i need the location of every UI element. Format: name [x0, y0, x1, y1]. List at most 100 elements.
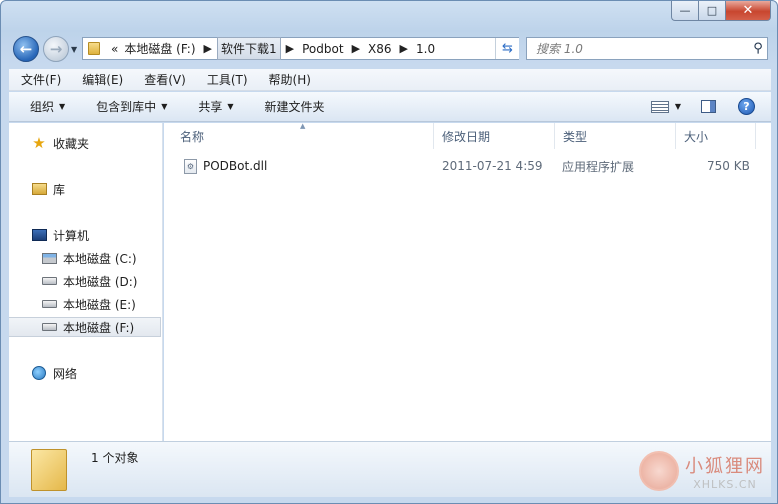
menu-edit[interactable]: 编辑(E): [72, 71, 134, 88]
back-button[interactable]: ←: [13, 36, 39, 62]
back-arrow-icon: ←: [19, 40, 33, 58]
network-icon: [31, 366, 47, 380]
details-pane: 1 个对象 小狐狸网 XHLKS.CN: [9, 441, 771, 497]
breadcrumb-chevron-icon[interactable]: ▶: [199, 42, 217, 55]
menu-help[interactable]: 帮助(H): [259, 71, 322, 88]
close-icon: ✕: [742, 3, 754, 18]
watermark-text: 小狐狸网 XHLKS.CN: [685, 452, 765, 491]
minimize-button[interactable]: —: [671, 1, 698, 21]
nav-drive-e[interactable]: 本地磁盘 (E:): [9, 294, 161, 314]
include-in-library-button[interactable]: 包含到库中 ▼: [86, 98, 177, 115]
caption-buttons: — □ ✕: [671, 1, 771, 21]
chevron-down-icon: ▼: [227, 102, 234, 111]
menu-tools[interactable]: 工具(T): [197, 71, 259, 88]
breadcrumb-1-0[interactable]: 1.0: [413, 42, 438, 56]
menu-bar: 文件(F) 编辑(E) 查看(V) 工具(T) 帮助(H): [9, 69, 771, 91]
nav-libraries[interactable]: 库: [9, 179, 161, 199]
drive-icon: [41, 274, 57, 288]
maximize-button[interactable]: □: [698, 1, 725, 21]
menu-view[interactable]: 查看(V): [134, 71, 197, 88]
chevron-down-icon: ▼: [71, 45, 78, 54]
view-mode-icon[interactable]: [650, 100, 669, 113]
file-name-cell: ⚙ PODBot.dll: [184, 155, 267, 177]
recent-pages-dropdown[interactable]: ▼: [71, 45, 77, 54]
nav-drive-c-label: 本地磁盘 (C:): [63, 251, 137, 266]
nav-favorites-label: 收藏夹: [53, 136, 90, 151]
file-size: 750 KB: [707, 159, 750, 173]
file-name: PODBot.dll: [203, 159, 268, 173]
breadcrumb-podbot[interactable]: Podbot: [299, 42, 346, 56]
nav-drive-f[interactable]: 本地磁盘 (F:): [9, 317, 161, 337]
column-type-label: 类型: [563, 129, 588, 144]
breadcrumb-chevron-icon[interactable]: ▶: [395, 42, 413, 55]
breadcrumb-software-download[interactable]: 软件下载1: [217, 37, 281, 60]
file-modified: 2011-07-21 4:59: [442, 159, 543, 173]
nav-drive-d-label: 本地磁盘 (D:): [63, 274, 138, 289]
column-size-label: 大小: [684, 129, 709, 144]
table-row[interactable]: ⚙ PODBot.dll 2011-07-21 4:59 应用程序扩展 750 …: [164, 155, 771, 177]
breadcrumb-overflow[interactable]: «: [108, 42, 121, 56]
nav-network[interactable]: 网络: [9, 363, 161, 383]
address-bar[interactable]: « 本地磁盘 (F:) ▶ 软件下载1 ▶ Podbot ▶ X86 ▶ 1.0…: [82, 37, 519, 60]
dll-file-icon: ⚙: [184, 158, 197, 174]
watermark-cn: 小狐狸网: [685, 455, 765, 477]
share-label: 共享: [198, 100, 223, 114]
nav-computer[interactable]: 计算机: [9, 225, 161, 245]
share-button[interactable]: 共享 ▼: [188, 98, 243, 115]
column-header-name[interactable]: 名称: [172, 123, 434, 149]
navigation-pane: ★ 收藏夹 库 计算机 本地磁盘 (C:) 本地磁盘 (D:) 本地磁盘 (E:…: [9, 123, 163, 441]
watermark-en: XHLKS.CN: [693, 477, 757, 491]
organize-label: 组织: [30, 100, 55, 114]
organize-button[interactable]: 组织 ▼: [20, 98, 75, 115]
forward-arrow-icon: →: [49, 40, 63, 58]
library-icon: [31, 182, 47, 196]
search-icon[interactable]: ⚲: [749, 41, 767, 56]
breadcrumb-chevron-icon[interactable]: ▶: [281, 42, 299, 55]
column-header-type[interactable]: 类型: [555, 123, 676, 149]
file-list: ▲ 名称 修改日期 类型 大小 ⚙ PODBot.dll 2011-07-21 …: [164, 122, 771, 441]
star-icon: ★: [32, 134, 46, 152]
folder-icon: [88, 42, 100, 55]
drive-icon: [41, 320, 57, 334]
nav-drive-f-label: 本地磁盘 (F:): [63, 320, 135, 335]
view-dropdown-icon[interactable]: ▼: [675, 102, 681, 111]
column-modified-label: 修改日期: [442, 129, 491, 144]
nav-network-label: 网络: [53, 366, 78, 381]
explorer-window: — □ ✕ ← → ▼ « 本地磁盘 (F:) ▶ 软件下载1 ▶ Podbot…: [0, 0, 778, 504]
nav-drive-d[interactable]: 本地磁盘 (D:): [9, 271, 161, 291]
preview-pane-icon[interactable]: [701, 100, 716, 113]
nav-drive-e-label: 本地磁盘 (E:): [63, 297, 136, 312]
file-type: 应用程序扩展: [562, 159, 635, 174]
column-name-label: 名称: [180, 129, 205, 144]
chevron-down-icon: ▼: [59, 102, 66, 111]
search-box[interactable]: ⚲: [526, 37, 768, 60]
nav-drive-c[interactable]: 本地磁盘 (C:): [9, 248, 161, 268]
breadcrumb-x86[interactable]: X86: [365, 42, 395, 56]
refresh-icon: ⇆: [502, 41, 513, 56]
breadcrumb-chevron-icon[interactable]: ▶: [347, 42, 365, 55]
item-count: 1 个对象: [91, 451, 139, 465]
column-header-modified[interactable]: 修改日期: [434, 123, 555, 149]
close-button[interactable]: ✕: [725, 1, 771, 21]
drive-icon: [41, 297, 57, 311]
menu-file[interactable]: 文件(F): [11, 71, 72, 88]
new-folder-button[interactable]: 新建文件夹: [255, 98, 335, 115]
nav-computer-label: 计算机: [53, 228, 90, 243]
chevron-down-icon: ▼: [161, 102, 168, 111]
include-in-library-label: 包含到库中: [96, 100, 157, 114]
nav-favorites[interactable]: ★ 收藏夹: [9, 133, 161, 153]
search-input[interactable]: [536, 41, 749, 56]
fox-logo-icon: [639, 451, 679, 491]
refresh-button[interactable]: ⇆: [495, 38, 519, 59]
view-controls: ▼ ?: [650, 98, 771, 115]
new-folder-label: 新建文件夹: [264, 100, 325, 114]
forward-button[interactable]: →: [43, 36, 69, 62]
minimize-icon: —: [679, 4, 691, 17]
computer-icon: [31, 228, 47, 242]
watermark: 小狐狸网 XHLKS.CN: [639, 451, 765, 491]
help-icon[interactable]: ?: [738, 98, 755, 115]
column-header-size[interactable]: 大小: [676, 123, 756, 149]
breadcrumb-drive-f[interactable]: 本地磁盘 (F:): [121, 40, 198, 57]
nav-libraries-label: 库: [53, 182, 66, 197]
folder-icon: [31, 449, 67, 491]
